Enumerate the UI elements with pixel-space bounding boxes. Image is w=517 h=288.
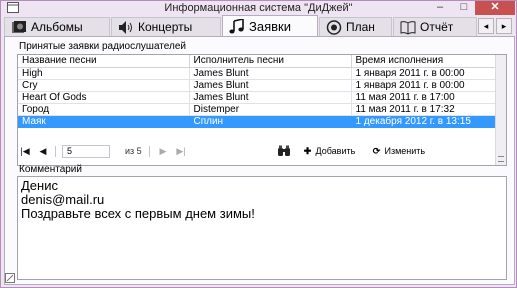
- cell-time: 11 мая 2011 г. в 17:00: [351, 91, 497, 104]
- tab-requests[interactable]: Заявки: [222, 15, 318, 37]
- speaker-icon: [119, 21, 132, 34]
- tab-plan[interactable]: План: [319, 17, 392, 36]
- tab-report-label: Отчёт: [420, 20, 454, 34]
- comment-line: Поздравьте всех с первым днем зимы!: [21, 206, 255, 221]
- table-row[interactable]: Cry James Blunt 1 января 2011 г. в 00:00: [18, 79, 497, 92]
- edit-button-label: Изменить: [384, 146, 426, 156]
- cell-artist: James Blunt: [189, 79, 352, 92]
- cell-time: 1 января 2011 г. в 00:00: [351, 67, 497, 80]
- record-count-label: из 5: [125, 146, 142, 156]
- tab-concerts[interactable]: Концерты: [111, 17, 221, 36]
- cell-time: 1 января 2011 г. в 00:00: [351, 79, 497, 92]
- comment-text-area[interactable]: Денис denis@mail.ru Поздравьте всех с пе…: [17, 176, 507, 280]
- cell-artist: James Blunt: [189, 91, 352, 104]
- tab-albums[interactable]: Альбомы: [4, 17, 110, 36]
- cell-song: Маяк: [18, 115, 190, 128]
- music-note-icon: [229, 19, 244, 34]
- cell-time: 11 мая 2011 г. в 17:32: [351, 103, 497, 116]
- close-button[interactable]: ✕: [475, 1, 515, 15]
- cell-time: 1 декабря 2012 г. в 13:15: [351, 115, 497, 128]
- cell-song: High: [18, 67, 190, 80]
- table-row[interactable]: Heart Of Gods James Blunt 11 мая 2011 г.…: [18, 91, 497, 104]
- book-icon: [400, 21, 416, 35]
- first-record-button[interactable]: |◀: [19, 145, 31, 158]
- grid-header-row: Название песни Исполнитель песни Время и…: [18, 55, 497, 68]
- cell-artist: Сплин: [189, 115, 352, 128]
- requests-section-label: Принятые заявки радиослушателей: [19, 41, 186, 52]
- table-row-selected[interactable]: Маяк Сплин 1 декабря 2012 г. в 13:15: [18, 115, 497, 128]
- navigator-separator: [149, 146, 150, 157]
- binoculars-icon[interactable]: [277, 145, 291, 157]
- navigator-separator: [55, 146, 56, 157]
- minimize-button[interactable]: –: [429, 1, 451, 15]
- add-button-label: Добавить: [315, 146, 356, 156]
- tab-strip: Альбомы Концерты Заявки План Отчёт ◂ ▸: [4, 15, 515, 37]
- main-window: Информационная система "ДиДжей" – □ ✕ Ал…: [0, 0, 517, 288]
- cell-artist: James Blunt: [189, 67, 352, 80]
- record-navigator: |◀ ◀ 5 из 5 ▶ ▶| ✚ Добавить ⟳ Изменить: [17, 144, 507, 160]
- next-record-button[interactable]: ▶: [157, 145, 169, 158]
- cell-song: Heart Of Gods: [18, 91, 190, 104]
- album-icon: [12, 21, 26, 33]
- tab-report[interactable]: Отчёт: [393, 17, 477, 36]
- comment-line: Денис: [21, 178, 58, 193]
- tab-requests-label: Заявки: [249, 19, 291, 34]
- maximize-button[interactable]: □: [453, 1, 475, 15]
- add-button[interactable]: ✚ Добавить: [302, 145, 356, 158]
- tab-scroll-right-button[interactable]: ▸: [496, 18, 512, 34]
- cell-artist: Distemper: [189, 103, 352, 116]
- refresh-icon: ⟳: [372, 146, 381, 156]
- plus-icon: ✚: [303, 146, 312, 156]
- table-row[interactable]: High James Blunt 1 января 2011 г. в 00:0…: [18, 67, 497, 80]
- resize-grip-icon[interactable]: [5, 273, 15, 283]
- edit-button[interactable]: ⟳ Изменить: [371, 145, 425, 158]
- record-icon: [326, 20, 342, 35]
- column-header-song[interactable]: Название песни: [18, 55, 190, 68]
- previous-record-button[interactable]: ◀: [37, 145, 49, 158]
- comment-label: Комментарий: [19, 164, 82, 175]
- cell-song: Город: [18, 103, 190, 116]
- cell-song: Cry: [18, 79, 190, 92]
- title-bar[interactable]: Информационная система "ДиДжей" – □ ✕: [1, 1, 516, 15]
- last-record-button[interactable]: ▶|: [175, 145, 187, 158]
- column-header-time[interactable]: Время исполнения: [351, 55, 497, 68]
- record-position-input[interactable]: 5: [62, 145, 110, 158]
- tab-concerts-label: Концерты: [138, 20, 193, 34]
- tab-plan-label: План: [346, 20, 375, 34]
- column-header-artist[interactable]: Исполнитель песни: [189, 55, 352, 68]
- tab-scroll-left-button[interactable]: ◂: [478, 18, 494, 34]
- comment-line: denis@mail.ru: [21, 192, 105, 207]
- tab-albums-label: Альбомы: [31, 20, 83, 34]
- requests-panel: Принятые заявки радиослушателей Название…: [4, 36, 515, 285]
- table-row[interactable]: Город Distemper 11 мая 2011 г. в 17:32: [18, 103, 497, 116]
